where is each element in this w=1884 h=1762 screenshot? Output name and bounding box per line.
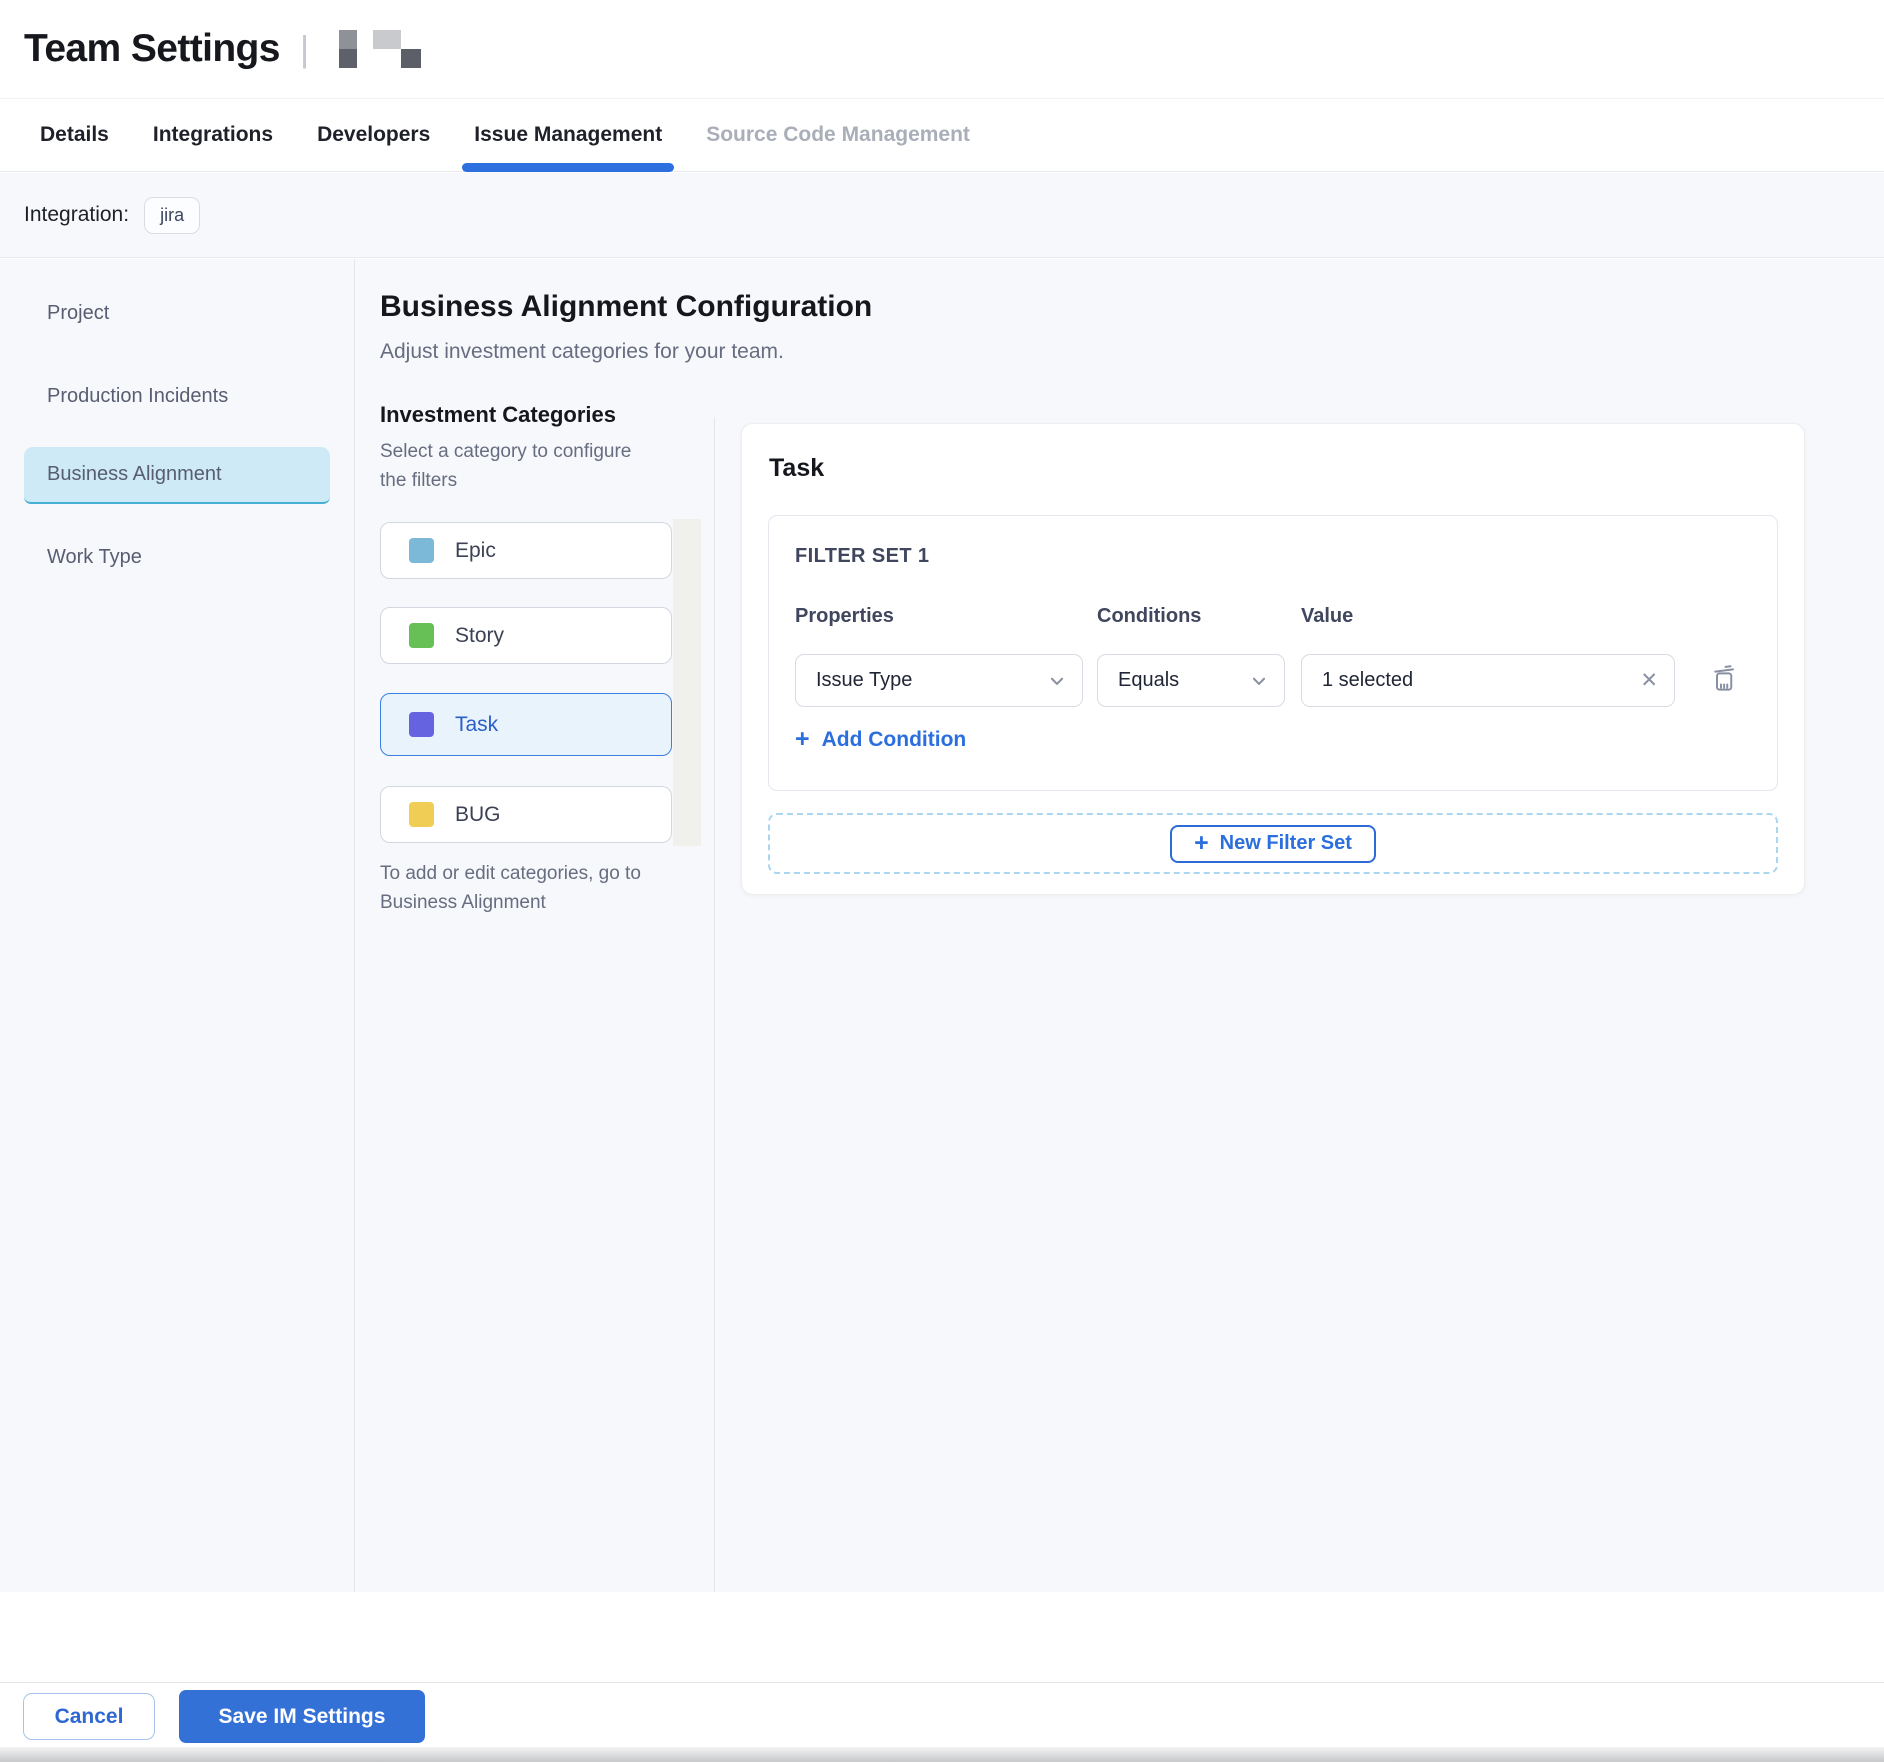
category-bug-button[interactable]: BUG: [380, 786, 672, 843]
categories-note: To add or edit categories, go to Busines…: [380, 859, 656, 917]
clear-icon[interactable]: ✕: [1640, 670, 1658, 691]
sidebar-item-production-incidents[interactable]: Production Incidents: [24, 368, 330, 425]
column-header-conditions: Conditions: [1097, 605, 1201, 628]
categories-scrollbar-track: [673, 519, 701, 846]
task-config-card: Task FILTER SET 1 Properties Conditions …: [741, 423, 1805, 895]
property-select[interactable]: Issue Type: [795, 654, 1083, 707]
section-title: Business Alignment Configuration: [380, 290, 872, 324]
content-area: Project Production Incidents Business Al…: [0, 259, 1884, 1592]
property-select-value: Issue Type: [816, 669, 912, 692]
new-filter-set-button[interactable]: + New Filter Set: [1170, 825, 1376, 863]
sidebar-item-work-type[interactable]: Work Type: [24, 529, 330, 586]
tab-integrations[interactable]: Integrations: [153, 99, 273, 171]
trash-icon: [1709, 660, 1739, 697]
sidebar-item-project[interactable]: Project: [24, 285, 330, 342]
condition-select-value: Equals: [1118, 669, 1179, 692]
plus-icon: +: [1194, 831, 1209, 856]
integration-label: Integration:: [24, 203, 129, 227]
cancel-button[interactable]: Cancel: [23, 1693, 155, 1740]
column-header-properties: Properties: [795, 605, 894, 628]
category-label: Story: [455, 624, 504, 648]
filter-set-title: FILTER SET 1: [795, 545, 929, 568]
redacted-team-name-blocks: [339, 29, 421, 69]
category-epic-button[interactable]: Epic: [380, 522, 672, 579]
value-select[interactable]: 1 selected ✕: [1301, 654, 1675, 707]
story-color-swatch: [409, 623, 434, 648]
category-story-button[interactable]: Story: [380, 607, 672, 664]
column-header-value: Value: [1301, 605, 1353, 628]
task-color-swatch: [409, 712, 434, 737]
category-label: Task: [455, 713, 498, 737]
sidebar-item-business-alignment[interactable]: Business Alignment: [24, 447, 330, 504]
bug-color-swatch: [409, 802, 434, 827]
chevron-down-icon: [1250, 672, 1268, 690]
new-filter-set-zone: + New Filter Set: [768, 813, 1778, 874]
page-header: Team Settings |: [0, 0, 1884, 99]
page-title: Team Settings: [24, 27, 280, 71]
tab-issue-management[interactable]: Issue Management: [474, 99, 662, 171]
integration-strip: Integration: jira: [0, 173, 1884, 258]
tab-source-code-management[interactable]: Source Code Management: [706, 99, 970, 171]
condition-select[interactable]: Equals: [1097, 654, 1285, 707]
tab-bar: Details Integrations Developers Issue Ma…: [0, 99, 1884, 172]
add-condition-button[interactable]: + Add Condition: [795, 727, 966, 752]
categories-heading: Investment Categories: [380, 402, 616, 428]
settings-sidebar: Project Production Incidents Business Al…: [0, 259, 355, 1592]
panel-title: Task: [769, 454, 824, 483]
section-subtitle: Adjust investment categories for your te…: [380, 340, 784, 364]
category-label: Epic: [455, 539, 496, 563]
column-divider: [714, 417, 715, 1592]
save-im-settings-button[interactable]: Save IM Settings: [179, 1690, 425, 1743]
plus-icon: +: [795, 727, 810, 752]
integration-chip: jira: [144, 197, 200, 234]
tab-details[interactable]: Details: [40, 99, 109, 171]
category-task-button[interactable]: Task: [380, 693, 672, 756]
filter-set-box: FILTER SET 1 Properties Conditions Value…: [768, 515, 1778, 791]
epic-color-swatch: [409, 538, 434, 563]
value-select-value: 1 selected: [1322, 669, 1413, 692]
category-label: BUG: [455, 803, 501, 827]
add-condition-label: Add Condition: [822, 728, 967, 752]
delete-condition-button[interactable]: [1705, 657, 1743, 699]
categories-hint: Select a category to configure the filte…: [380, 437, 652, 495]
chevron-down-icon: [1048, 672, 1066, 690]
title-separator: |: [300, 28, 309, 70]
tab-developers[interactable]: Developers: [317, 99, 430, 171]
window-bottom-edge: [0, 1747, 1884, 1762]
new-filter-set-label: New Filter Set: [1220, 832, 1352, 855]
